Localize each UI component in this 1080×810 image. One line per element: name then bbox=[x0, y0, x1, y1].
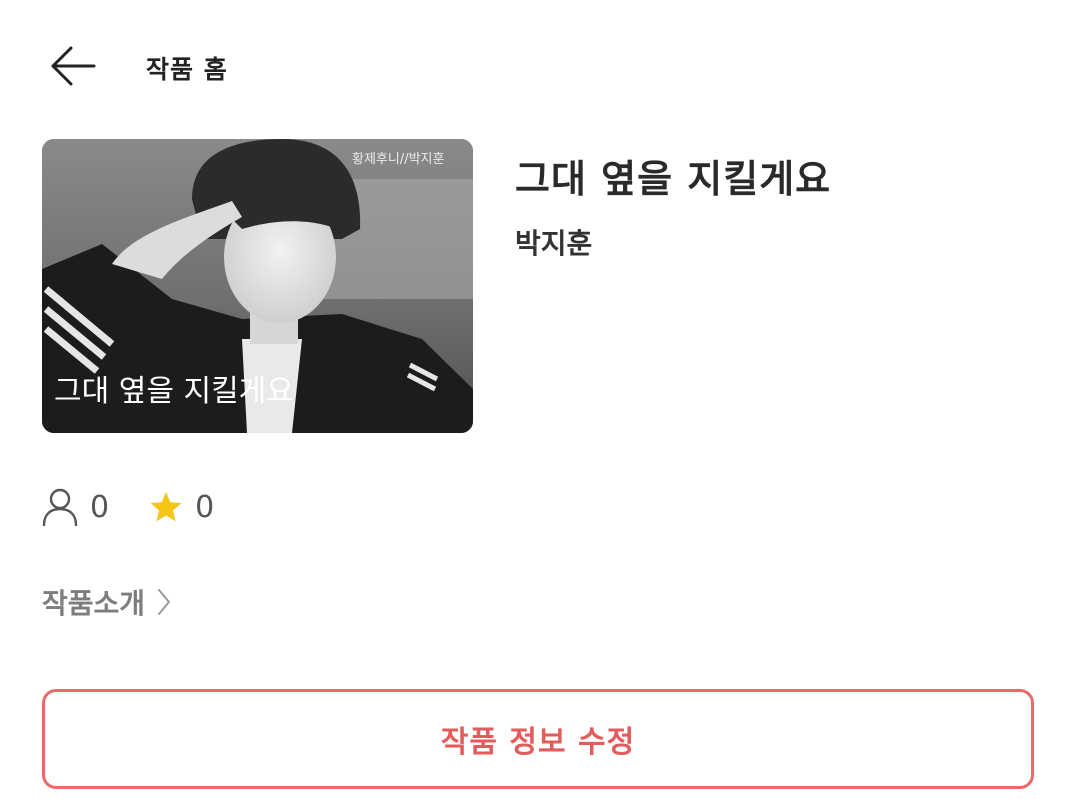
star-icon bbox=[150, 492, 182, 522]
stars-count: 0 bbox=[195, 489, 215, 525]
arrow-left-icon bbox=[51, 46, 96, 86]
cover-photo: 그대 옆을 지킬게요 황제후니//박지훈 bbox=[42, 139, 473, 433]
work-intro-link[interactable]: 작품소개 bbox=[42, 582, 171, 622]
chevron-right-icon bbox=[158, 589, 171, 615]
stars-stat: 0 bbox=[149, 490, 214, 525]
page-title: 작품 홈 bbox=[146, 55, 228, 84]
back-button[interactable] bbox=[44, 38, 100, 94]
readers-stat: 0 bbox=[42, 487, 109, 527]
top-bar: 작품 홈 bbox=[0, 0, 1080, 130]
edit-work-info-label: 작품 정보 수정 bbox=[440, 725, 636, 760]
cover-overlay-title: 그대 옆을 지킬게요 bbox=[54, 374, 294, 409]
person-icon bbox=[42, 488, 78, 527]
work-stats: 0 0 bbox=[42, 484, 214, 530]
readers-count: 0 bbox=[90, 489, 110, 525]
work-title: 그대 옆을 지킬게요 bbox=[515, 157, 832, 201]
work-author[interactable]: 박지훈 bbox=[515, 222, 592, 262]
cover-watermark: 황제후니//박지훈 bbox=[352, 152, 445, 167]
edit-work-info-button[interactable]: 작품 정보 수정 bbox=[42, 689, 1034, 789]
intro-label: 작품소개 bbox=[42, 587, 146, 620]
cover-image[interactable]: 그대 옆을 지킬게요 황제후니//박지훈 bbox=[42, 139, 473, 433]
